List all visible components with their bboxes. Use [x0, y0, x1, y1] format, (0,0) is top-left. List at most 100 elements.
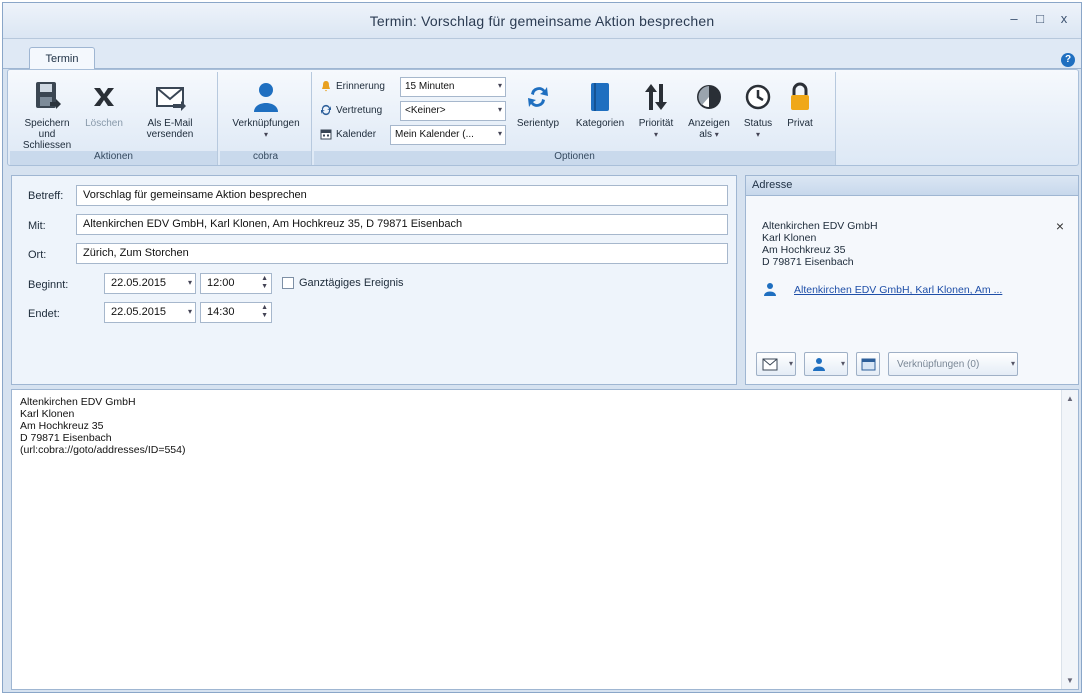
end-time-input[interactable]: 14:30 ▲ ▼	[200, 302, 272, 323]
start-time-input[interactable]: 12:00 ▲ ▼	[200, 273, 272, 294]
notes-line: D 79871 Eisenbach	[20, 432, 112, 444]
categories-button[interactable]: Kategorien	[570, 80, 630, 129]
address-line: D 79871 Eisenbach	[762, 256, 854, 268]
send-email-label: Als E-Mail versenden	[146, 118, 194, 140]
location-label: Ort:	[28, 249, 47, 261]
start-label: Beginnt:	[28, 279, 69, 291]
calendar-select[interactable]: Mein Kalender (... ▾	[390, 125, 506, 145]
address-header: Adresse	[746, 176, 1078, 196]
appointment-form: Betreff: Vorschlag für gemeinsame Aktion…	[11, 175, 737, 385]
card-icon	[861, 358, 876, 371]
recurrence-icon	[528, 87, 548, 107]
end-date-picker[interactable]: 22.05.2015 ▾	[104, 302, 196, 323]
subject-input[interactable]: Vorschlag für gemeinsame Aktion besprech…	[76, 185, 728, 206]
chevron-down-icon: ▾	[497, 81, 502, 90]
calendar-icon	[320, 129, 332, 140]
allday-checkbox[interactable]	[282, 277, 294, 289]
chevron-down-icon: ▾	[263, 130, 268, 139]
tab-termin[interactable]: Termin	[29, 47, 95, 70]
notes-line: Karl Klonen	[20, 408, 75, 420]
address-panel: Adresse Altenkirchen EDV GmbH Karl Klone…	[745, 175, 1079, 385]
address-link[interactable]: Altenkirchen EDV GmbH, Karl Klonen, Am .…	[794, 284, 1002, 296]
links-count-button[interactable]: Verknüpfungen (0) ▾	[888, 352, 1018, 376]
chevron-down-icon: ▾	[840, 359, 845, 368]
chevron-down-icon: ▾	[187, 307, 192, 316]
spinner-icon: ▲ ▼	[261, 275, 268, 290]
contacts-icon	[813, 358, 825, 371]
scroll-up-icon[interactable]: ▲	[1066, 394, 1074, 403]
ribbon: Speichern und Schliessen Löschen Als E-M…	[7, 69, 1079, 166]
end-date-value: 22.05.2015	[111, 306, 167, 318]
group-label-aktionen: Aktionen	[10, 151, 217, 165]
start-date-value: 22.05.2015	[111, 277, 167, 289]
status-label: Status	[743, 118, 773, 129]
group-aktionen: Speichern und Schliessen Löschen Als E-M…	[10, 72, 218, 165]
notes-line: Altenkirchen EDV GmbH	[20, 396, 136, 408]
delete-label: Löschen	[85, 118, 123, 129]
subject-label: Betreff:	[28, 190, 64, 202]
notes-editor[interactable]: Altenkirchen EDV GmbH Karl Klonen Am Hoc…	[11, 389, 1079, 690]
delete-button[interactable]: Löschen	[82, 80, 126, 129]
address-line: Am Hochkreuz 35	[762, 244, 846, 256]
group-cobra: Verknüpfungen ▾ cobra	[220, 72, 312, 165]
with-label: Mit:	[28, 220, 46, 232]
calendar-label: Kalender	[336, 129, 377, 140]
substitute-select[interactable]: <Keiner> ▾	[400, 101, 506, 121]
priority-button[interactable]: Priorität ▾	[632, 80, 680, 140]
location-input[interactable]: Zürich, Zum Storchen	[76, 243, 728, 264]
chevron-down-icon: ▾	[187, 278, 192, 287]
substitute-label: Vertretung	[336, 105, 383, 116]
notes-line: (url:cobra://goto/addresses/ID=554)	[20, 444, 186, 456]
end-label: Endet:	[28, 308, 60, 320]
reminder-select[interactable]: 15 Minuten ▾	[400, 77, 506, 97]
show-as-label: Anzeigen als	[688, 118, 730, 140]
notes-line: Am Hochkreuz 35	[20, 420, 104, 432]
save-close-button[interactable]: Speichern und Schliessen	[16, 80, 78, 151]
person-icon	[254, 83, 278, 112]
with-input[interactable]: Altenkirchen EDV GmbH, Karl Klonen, Am H…	[76, 214, 728, 235]
minimize-button[interactable]: –	[1005, 11, 1023, 26]
bell-icon	[322, 81, 330, 92]
chevron-down-icon: ▾	[497, 105, 502, 114]
scroll-down-icon[interactable]: ▼	[1066, 676, 1074, 685]
vertical-scrollbar[interactable]: ▲ ▼	[1061, 390, 1078, 689]
send-email-button[interactable]: Als E-Mail versenden	[138, 80, 202, 140]
help-icon[interactable]: ?	[1061, 53, 1075, 67]
remove-address-button[interactable]: ×	[1056, 218, 1064, 234]
address-line: Altenkirchen EDV GmbH	[762, 220, 878, 232]
chevron-down-icon: ▾	[755, 130, 760, 139]
close-button[interactable]: x	[1055, 11, 1073, 26]
status-button[interactable]: Status ▾	[738, 80, 778, 140]
start-date-picker[interactable]: 22.05.2015 ▾	[104, 273, 196, 294]
links-label: Verknüpfungen	[232, 118, 300, 129]
chevron-down-icon: ▾	[653, 130, 658, 139]
card-button[interactable]	[856, 352, 880, 376]
priority-arrows-icon	[645, 84, 667, 110]
links-button[interactable]: Verknüpfungen ▾	[224, 80, 308, 140]
series-label: Serientyp	[516, 118, 560, 129]
appointment-window: Termin: Vorschlag für gemeinsame Aktion …	[2, 2, 1082, 693]
links-count-label: Verknüpfungen (0)	[897, 359, 980, 370]
contact-button[interactable]: ▾	[804, 352, 848, 376]
chevron-down-icon: ▾	[497, 129, 502, 138]
group-optionen: Erinnerung 15 Minuten ▾ Vertretung <Kein…	[314, 72, 836, 165]
categories-label: Kategorien	[575, 118, 625, 129]
series-button[interactable]: Serientyp	[510, 80, 566, 129]
group-label-optionen: Optionen	[314, 151, 835, 165]
chevron-down-icon: ▾	[714, 130, 719, 139]
end-time-value: 14:30	[207, 306, 235, 318]
title-bar: Termin: Vorschlag für gemeinsame Aktion …	[3, 3, 1081, 39]
show-as-button[interactable]: Anzeigen als ▾	[682, 80, 736, 140]
substitute-icon	[321, 104, 331, 116]
start-time-value: 12:00	[207, 277, 235, 289]
envelope-icon	[156, 87, 186, 111]
delete-icon	[94, 88, 114, 106]
lock-icon	[791, 82, 809, 110]
priority-label: Priorität	[638, 118, 674, 129]
private-button[interactable]: Privat	[780, 80, 820, 129]
show-as-icon	[697, 85, 721, 109]
maximize-button[interactable]: □	[1031, 11, 1049, 26]
group-label-cobra: cobra	[220, 151, 311, 165]
email-address-button[interactable]: ▾	[756, 352, 796, 376]
substitute-value: <Keiner>	[405, 105, 446, 116]
